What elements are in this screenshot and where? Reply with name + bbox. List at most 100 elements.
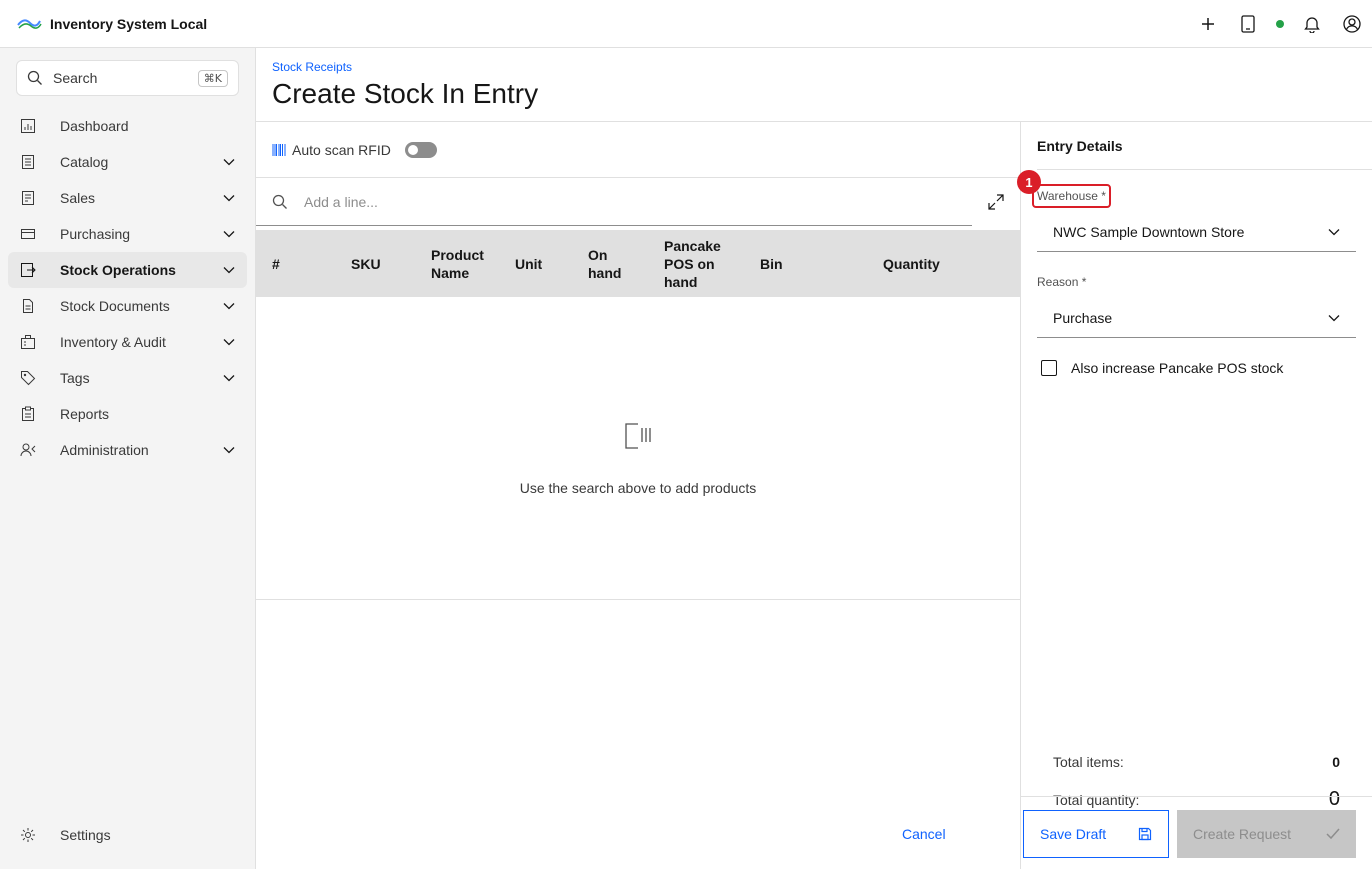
sidebar-item-label: Stock Operations — [60, 262, 176, 278]
chevron-down-icon — [223, 339, 235, 346]
lines-table-header: # SKU Product Name Unit On hand Pancake … — [256, 230, 1020, 297]
add-line-search[interactable]: Add a line... — [256, 178, 972, 226]
barcode-scan-icon — [625, 423, 651, 449]
tablet-icon — [1241, 15, 1255, 33]
sidebar-nav: Dashboard Catalog Sales Purchasing Stock… — [8, 108, 247, 468]
rfid-label: Auto scan RFID — [292, 141, 391, 158]
administration-icon — [20, 443, 36, 457]
brand[interactable]: Inventory System Local — [0, 15, 207, 33]
chevron-down-icon — [223, 159, 235, 166]
sidebar-item-label: Catalog — [60, 154, 109, 170]
warehouse-value: NWC Sample Downtown Store — [1053, 223, 1245, 240]
sidebar-item-catalog[interactable]: Catalog — [8, 144, 247, 180]
sidebar-item-settings[interactable]: Settings — [8, 817, 247, 853]
page-header: Stock Receipts Create Stock In Entry — [256, 48, 1372, 122]
save-draft-label: Save Draft — [1040, 826, 1107, 842]
sidebar-item-label: Dashboard — [60, 118, 129, 134]
sidebar-search-label: Search — [53, 70, 98, 86]
sidebar-item-reports[interactable]: Reports — [8, 396, 247, 432]
add-button[interactable] — [1188, 0, 1228, 48]
sidebar-item-sales[interactable]: Sales — [8, 180, 247, 216]
sidebar-item-label: Stock Documents — [60, 298, 170, 314]
column-header[interactable]: Bin — [760, 230, 783, 297]
save-draft-button[interactable]: Save Draft — [1023, 810, 1169, 858]
reason-label: Reason * — [1037, 275, 1087, 289]
tag-icon — [21, 371, 36, 386]
reason-select[interactable]: Purchase — [1037, 298, 1356, 338]
total-items-label: Total items: — [1053, 754, 1124, 770]
user-avatar-icon — [1343, 15, 1361, 33]
reason-value: Purchase — [1053, 309, 1113, 326]
create-request-label: Create Request — [1193, 826, 1292, 842]
sidebar-item-stock-documents[interactable]: Stock Documents — [8, 288, 247, 324]
sidebar-item-label: Administration — [60, 442, 149, 458]
sidebar-item-administration[interactable]: Administration — [8, 432, 247, 468]
chevron-down-icon — [223, 231, 235, 238]
chevron-down-icon — [1328, 228, 1340, 235]
status-online-indicator — [1276, 20, 1284, 28]
warehouse-select[interactable]: NWC Sample Downtown Store — [1037, 212, 1356, 252]
create-request-button[interactable]: Create Request — [1177, 810, 1356, 858]
dashboard-icon — [21, 119, 35, 133]
column-header[interactable]: # — [272, 230, 280, 297]
add-icon — [1202, 18, 1214, 30]
pancake-pos-checkbox[interactable] — [1041, 360, 1057, 376]
purchasing-icon — [21, 229, 35, 239]
sidebar-search[interactable]: Search ⌘K — [16, 60, 239, 96]
column-header[interactable]: SKU — [351, 230, 381, 297]
auto-scan-rfid-toggle[interactable] — [404, 141, 437, 158]
sidebar-item-inventory-audit[interactable]: Inventory & Audit — [8, 324, 247, 360]
sidebar-item-label: Sales — [60, 190, 96, 206]
column-header[interactable]: Unit — [515, 230, 542, 297]
device-button[interactable] — [1228, 0, 1268, 48]
pancake-pos-checkbox-row[interactable]: Also increase Pancake POS stock — [1041, 360, 1283, 376]
expand-button[interactable] — [980, 186, 1012, 218]
app-title: Inventory System Local — [50, 15, 208, 32]
chevron-down-icon — [223, 303, 235, 310]
stock-documents-icon — [23, 299, 33, 313]
warehouse-label: Warehouse * — [1032, 184, 1111, 208]
app-logo-icon — [17, 18, 42, 29]
chevron-down-icon — [223, 195, 235, 202]
user-profile-button[interactable] — [1332, 0, 1372, 48]
column-header[interactable]: On hand — [588, 230, 638, 297]
maximize-icon — [988, 194, 1004, 210]
total-items-row: Total items: 0 — [1053, 754, 1340, 770]
search-shortcut: ⌘K — [197, 69, 228, 87]
top-header: Inventory System Local — [0, 0, 1372, 48]
sidebar-item-label: Inventory & Audit — [60, 334, 166, 350]
notifications-button[interactable] — [1292, 0, 1332, 48]
sidebar-item-purchasing[interactable]: Purchasing — [8, 216, 247, 252]
sidebar-item-stock-operations[interactable]: Stock Operations — [8, 252, 247, 288]
chevron-down-icon — [1328, 314, 1340, 321]
sidebar-item-dashboard[interactable]: Dashboard — [8, 108, 247, 144]
notification-icon — [1304, 17, 1320, 33]
pancake-pos-checkbox-label: Also increase Pancake POS stock — [1071, 360, 1284, 376]
chevron-down-icon — [223, 447, 235, 454]
action-bar: Save Draft Create Request — [1021, 796, 1372, 869]
entry-details-panel: Entry Details 1 Warehouse * NWC Sample D… — [1017, 122, 1372, 869]
sidebar-item-tags[interactable]: Tags — [8, 360, 247, 396]
catalog-icon — [22, 155, 34, 169]
lines-panel: Auto scan RFID Add a line... # SKU Produ… — [256, 122, 1021, 869]
main-content: Stock Receipts Create Stock In Entry Aut… — [256, 48, 1372, 869]
page-title: Create Stock In Entry — [272, 78, 539, 109]
empty-state-text: Use the search above to add products — [519, 480, 757, 496]
cancel-button[interactable]: Cancel — [902, 826, 946, 842]
chevron-down-icon — [223, 267, 235, 274]
column-header[interactable]: Pancake POS on hand — [664, 230, 734, 297]
sidebar-item-label: Purchasing — [60, 226, 131, 242]
stock-operations-icon — [21, 263, 36, 277]
reports-icon — [22, 406, 34, 421]
sidebar-item-label: Tags — [60, 370, 90, 386]
column-header[interactable]: Quantity — [883, 230, 940, 297]
column-header[interactable]: Product Name — [431, 230, 495, 297]
sales-icon — [22, 191, 34, 205]
sidebar-item-label: Settings — [60, 827, 111, 843]
breadcrumb[interactable]: Stock Receipts — [272, 60, 352, 74]
gear-icon — [21, 828, 35, 842]
empty-state: Use the search above to add products — [256, 297, 1020, 600]
sidebar-item-label: Reports — [60, 406, 110, 422]
entry-details-title: Entry Details — [1037, 122, 1372, 170]
rfid-row: Auto scan RFID — [256, 122, 1020, 178]
